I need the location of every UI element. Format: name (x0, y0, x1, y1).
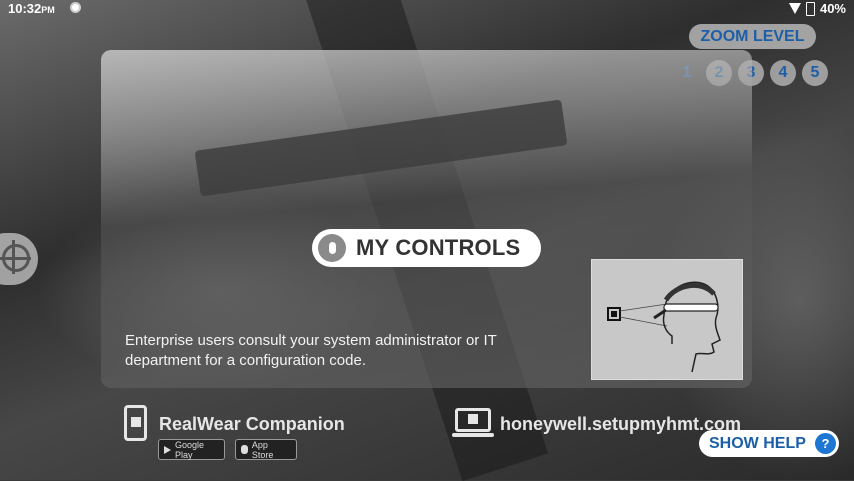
record-indicator-icon (70, 2, 81, 13)
status-time: 10:32PM (8, 1, 55, 16)
battery-level: 40% (819, 1, 846, 16)
show-help-button[interactable]: SHOW HELP ? (699, 430, 839, 457)
help-icon: ? (815, 433, 836, 454)
battery-icon (805, 1, 815, 16)
my-controls-label: MY CONTROLS (356, 235, 521, 260)
google-play-icon (164, 445, 171, 454)
my-controls-button[interactable]: MY CONTROLS (312, 229, 541, 267)
apple-icon (241, 445, 248, 454)
google-play-badge[interactable]: Google Play (158, 439, 225, 460)
zoom-level-5[interactable]: 5 (802, 60, 828, 86)
headset-illustration (591, 259, 743, 380)
show-help-label: SHOW HELP (709, 434, 806, 452)
zoom-level-4[interactable]: 4 (770, 60, 796, 86)
microphone-icon (318, 234, 346, 262)
status-right: 40% (788, 1, 846, 16)
app-store-badge[interactable]: App Store (235, 439, 297, 460)
enterprise-instructions: Enterprise users consult your system adm… (125, 332, 497, 369)
phone-qr-icon (124, 405, 147, 441)
wifi-icon (788, 3, 801, 14)
companion-title: RealWear Companion (159, 414, 345, 434)
laptop-qr-icon (452, 408, 494, 438)
status-bar: 10:32PM 40% (0, 0, 854, 18)
zoom-level-label: ZOOM LEVEL (689, 24, 816, 49)
